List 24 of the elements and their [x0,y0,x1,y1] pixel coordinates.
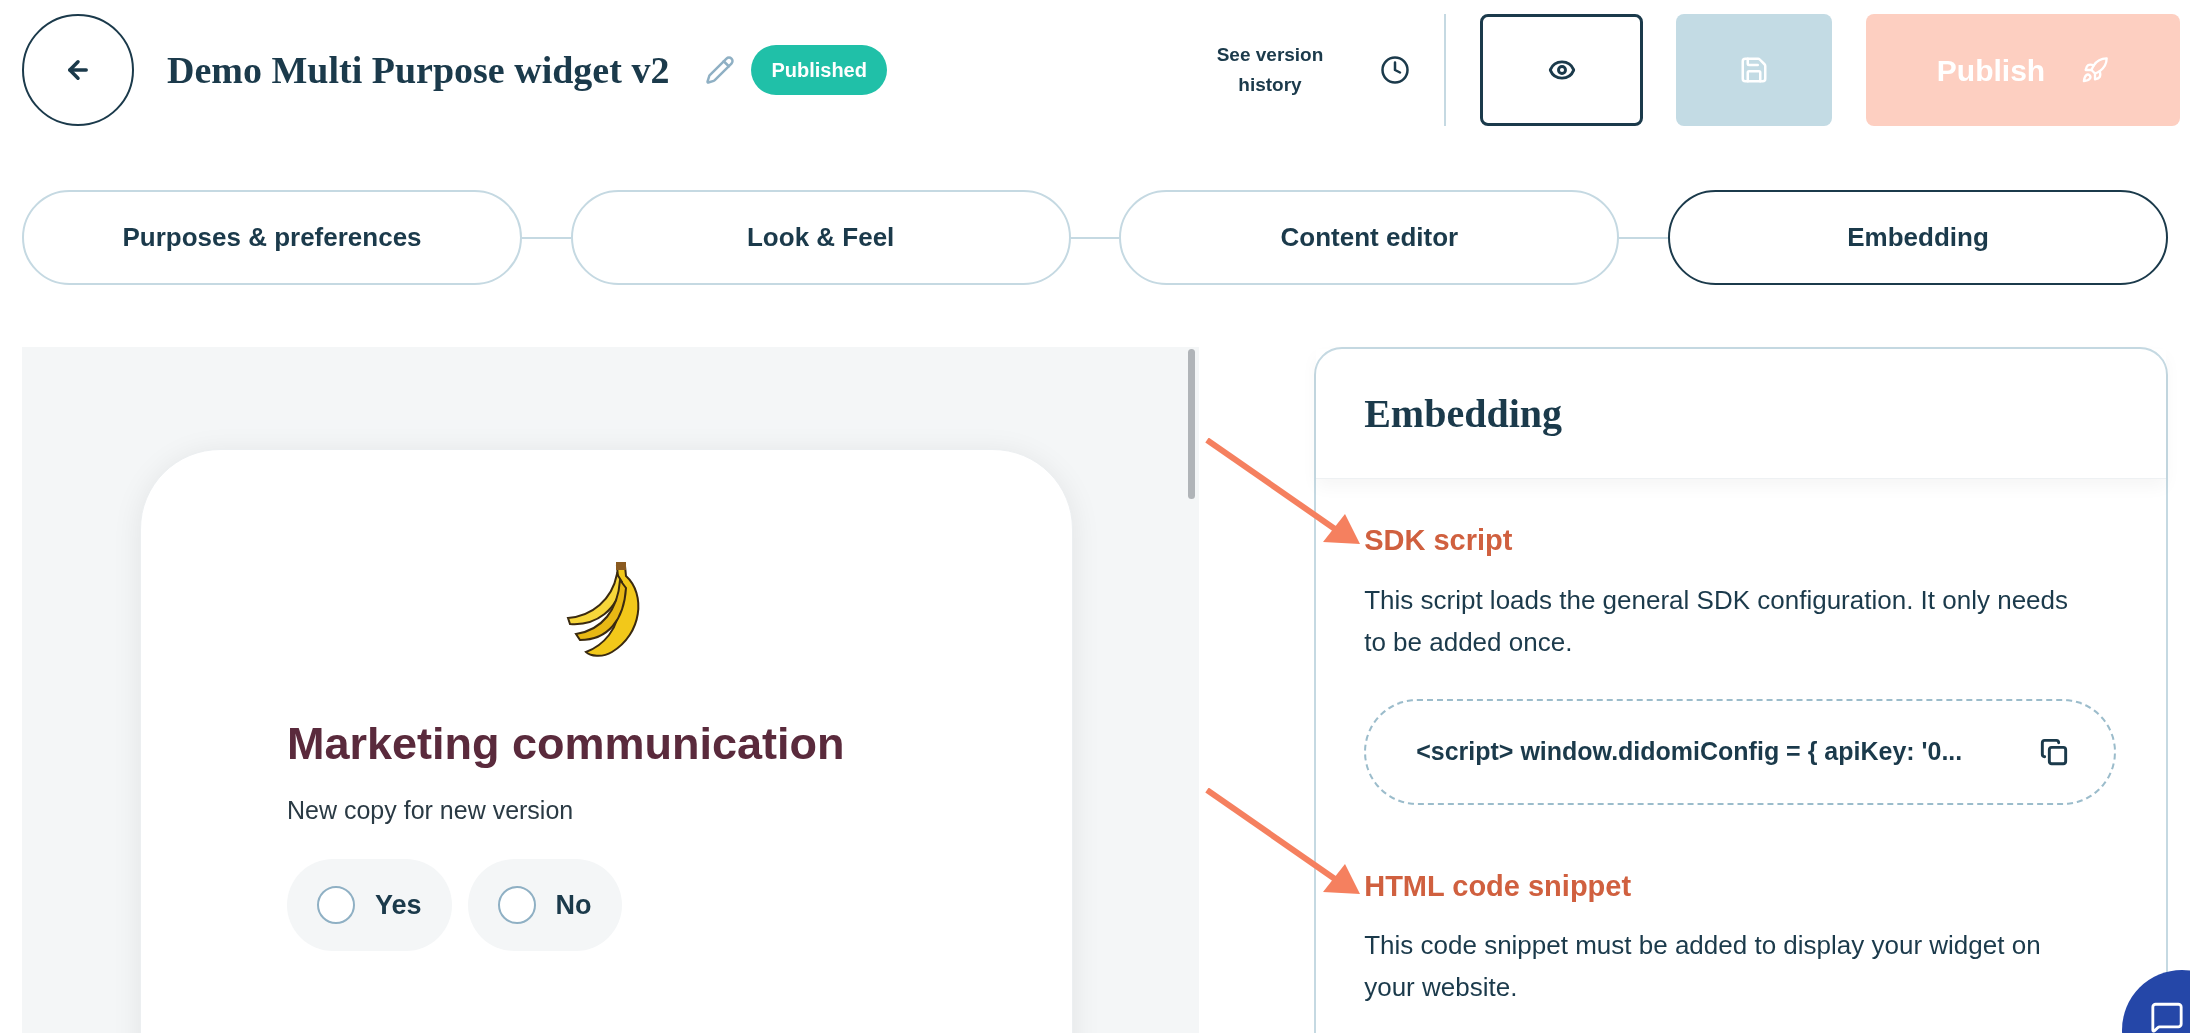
step-tab[interactable]: Embedding [1668,190,2168,285]
radio-option[interactable]: No [467,859,622,951]
step-tab[interactable]: Look & Feel [570,190,1071,285]
save-icon [1739,55,1769,85]
section-description: This code snippet must be added to display your widget on your website. [1364,929,2042,1004]
copy-icon[interactable] [2040,737,2068,766]
widget-heading: Marketing communication [287,717,846,771]
clock-icon [1380,55,1410,85]
section-title: SDK script [1364,523,1514,558]
radio-option[interactable]: Yes [287,859,452,951]
status-badge: Published [751,45,887,95]
preview-button[interactable] [1480,14,1643,126]
step-tab[interactable]: Purposes & preferences [22,190,522,285]
widget-title: Demo Multi Purpose widget v2 [167,47,670,93]
code-field[interactable]: <script> window.didomiConfig = { apiKey: '0... [1364,698,2116,805]
widget-description: New copy for new version [287,794,575,826]
section-title: HTML code snippet [1364,868,1633,904]
step-tab[interactable]: Content editor [1119,190,1620,285]
version-history-button[interactable]: See version history [1200,40,1410,100]
back-button[interactable] [22,14,134,126]
chat-icon [2150,1000,2184,1033]
rocket-icon [2081,56,2110,84]
panel-title: Embedding [1364,389,1563,438]
section-description: This script loads the general SDK configuration. It only needs to be added once. [1364,583,2069,659]
